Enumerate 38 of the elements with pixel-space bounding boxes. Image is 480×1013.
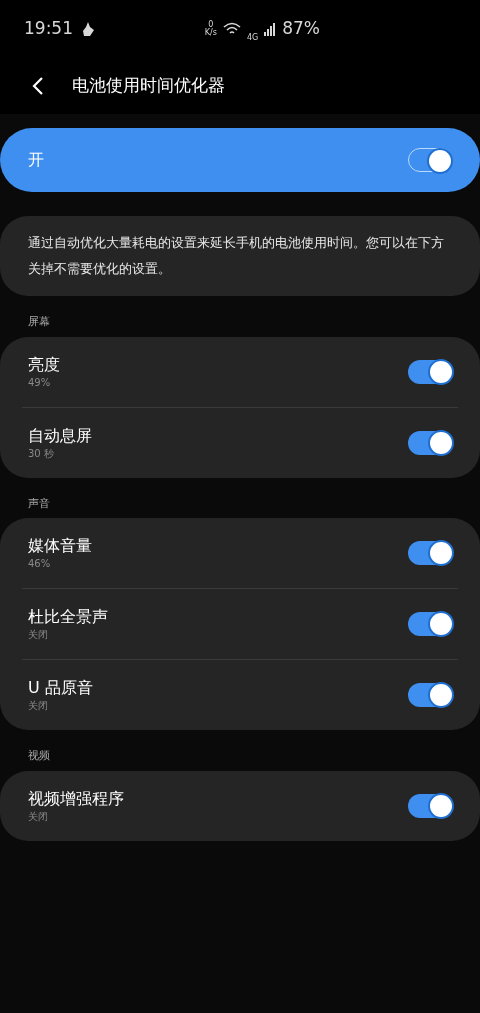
setting-label: 杜比全景声 — [28, 606, 108, 628]
setting-row[interactable]: U 品原音 关闭 — [0, 660, 480, 730]
setting-label: 自动息屏 — [28, 424, 92, 447]
signal-icon — [264, 22, 277, 36]
setting-label: 亮度 — [28, 353, 60, 376]
setting-row[interactable]: 亮度 49% — [0, 336, 480, 407]
setting-row[interactable]: 自动息屏 30 秒 — [0, 407, 480, 478]
setting-row[interactable]: 媒体音量 46% — [0, 518, 480, 588]
section-header: 视频 — [27, 748, 51, 764]
status-time: 19:51 — [24, 17, 73, 41]
toggle-switch[interactable] — [408, 148, 452, 172]
section-header: 屏幕 — [27, 314, 51, 330]
setting-row[interactable]: 视频增强程序 关闭 — [0, 770, 480, 841]
setting-value: 46% — [28, 557, 52, 571]
master-switch-label: 开 — [28, 149, 44, 171]
toggle-switch[interactable] — [408, 359, 452, 384]
toggle-switch[interactable] — [408, 430, 452, 455]
net-speed-unit: K/s — [204, 29, 217, 37]
network-type: 4G — [246, 32, 259, 44]
setting-label: U 品原音 — [28, 677, 93, 699]
page-title: 电池使用时间优化器 — [72, 74, 225, 98]
section-header: 声音 — [27, 495, 51, 512]
setting-value: 关闭 — [28, 628, 49, 642]
toggle-switch[interactable] — [408, 793, 452, 818]
setting-label: 视频增强程序 — [28, 787, 124, 810]
toggle-switch[interactable] — [408, 683, 452, 707]
setting-value: 关闭 — [28, 809, 49, 824]
setting-label: 媒体音量 — [28, 535, 92, 557]
toggle-switch[interactable] — [408, 612, 452, 636]
net-speed-value: 0 — [208, 21, 214, 29]
wifi-icon — [222, 22, 241, 36]
description-text: 通过自动优化大量耗电的设置来延长手机的电池使用时间。您可以在下方关掉不需要优化的设置。 — [28, 234, 445, 278]
setting-value: 30 秒 — [28, 446, 55, 461]
setting-row[interactable]: 杜比全景声 关闭 — [0, 589, 480, 659]
setting-value: 关闭 — [28, 699, 49, 713]
setting-value: 49% — [28, 375, 52, 390]
toggle-switch[interactable] — [408, 541, 452, 565]
battery-percent: 87% — [282, 17, 320, 41]
